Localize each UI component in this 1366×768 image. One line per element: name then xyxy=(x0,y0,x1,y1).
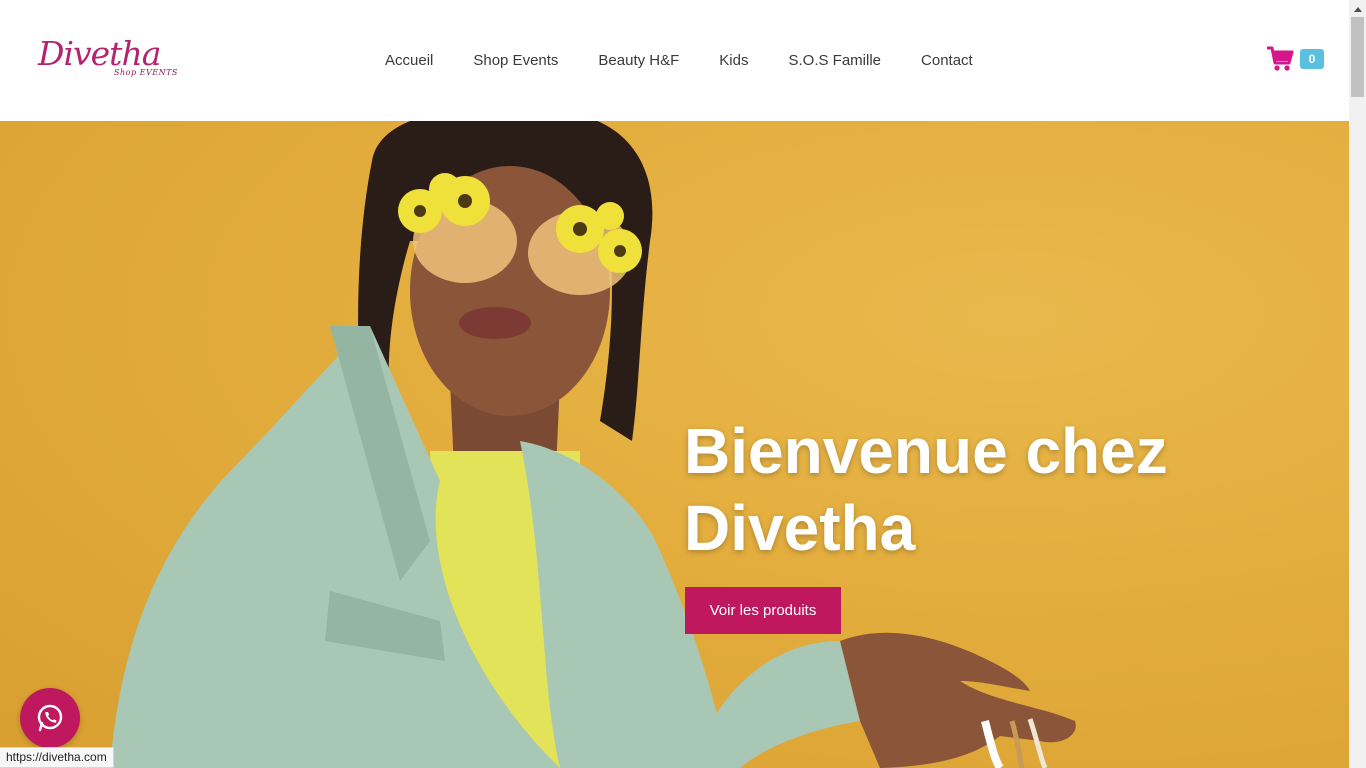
page-scrollbar[interactable] xyxy=(1349,0,1366,768)
cart-button[interactable]: 0 xyxy=(1266,46,1324,72)
chevron-up-icon xyxy=(1353,6,1362,12)
nav-item-sos-famille[interactable]: S.O.S Famille xyxy=(768,0,901,121)
whatsapp-icon xyxy=(37,704,63,732)
view-products-button[interactable]: Voir les produits xyxy=(685,587,841,634)
scrollbar-thumb[interactable] xyxy=(1351,17,1364,97)
hero-title: Bienvenue chez Divetha xyxy=(684,413,1244,567)
main-nav: Accueil Shop Events Beauty H&F Kids S.O.… xyxy=(365,0,993,121)
whatsapp-chat-button[interactable] xyxy=(20,688,80,748)
nav-item-shop-events[interactable]: Shop Events xyxy=(453,0,578,121)
nav-item-kids[interactable]: Kids xyxy=(699,0,768,121)
hero-title-line1: Bienvenue chez xyxy=(684,415,1168,487)
status-bar-url: https://divetha.com xyxy=(0,747,114,768)
nav-item-contact[interactable]: Contact xyxy=(901,0,993,121)
nav-item-accueil[interactable]: Accueil xyxy=(365,0,453,121)
cart-count-badge: 0 xyxy=(1300,49,1324,69)
nav-item-beauty-hf[interactable]: Beauty H&F xyxy=(578,0,699,121)
site-header: Divetha Shop EVENTS Accueil Shop Events … xyxy=(0,0,1349,121)
logo-subtext: Shop EVENTS xyxy=(114,68,178,77)
logo[interactable]: Divetha Shop EVENTS xyxy=(38,34,184,84)
scroll-up-arrow[interactable] xyxy=(1349,0,1366,17)
hero-banner: Bienvenue chez Divetha Voir les produits xyxy=(0,121,1349,768)
shopping-cart-icon xyxy=(1267,46,1294,71)
hero-title-line2: Divetha xyxy=(684,492,916,564)
